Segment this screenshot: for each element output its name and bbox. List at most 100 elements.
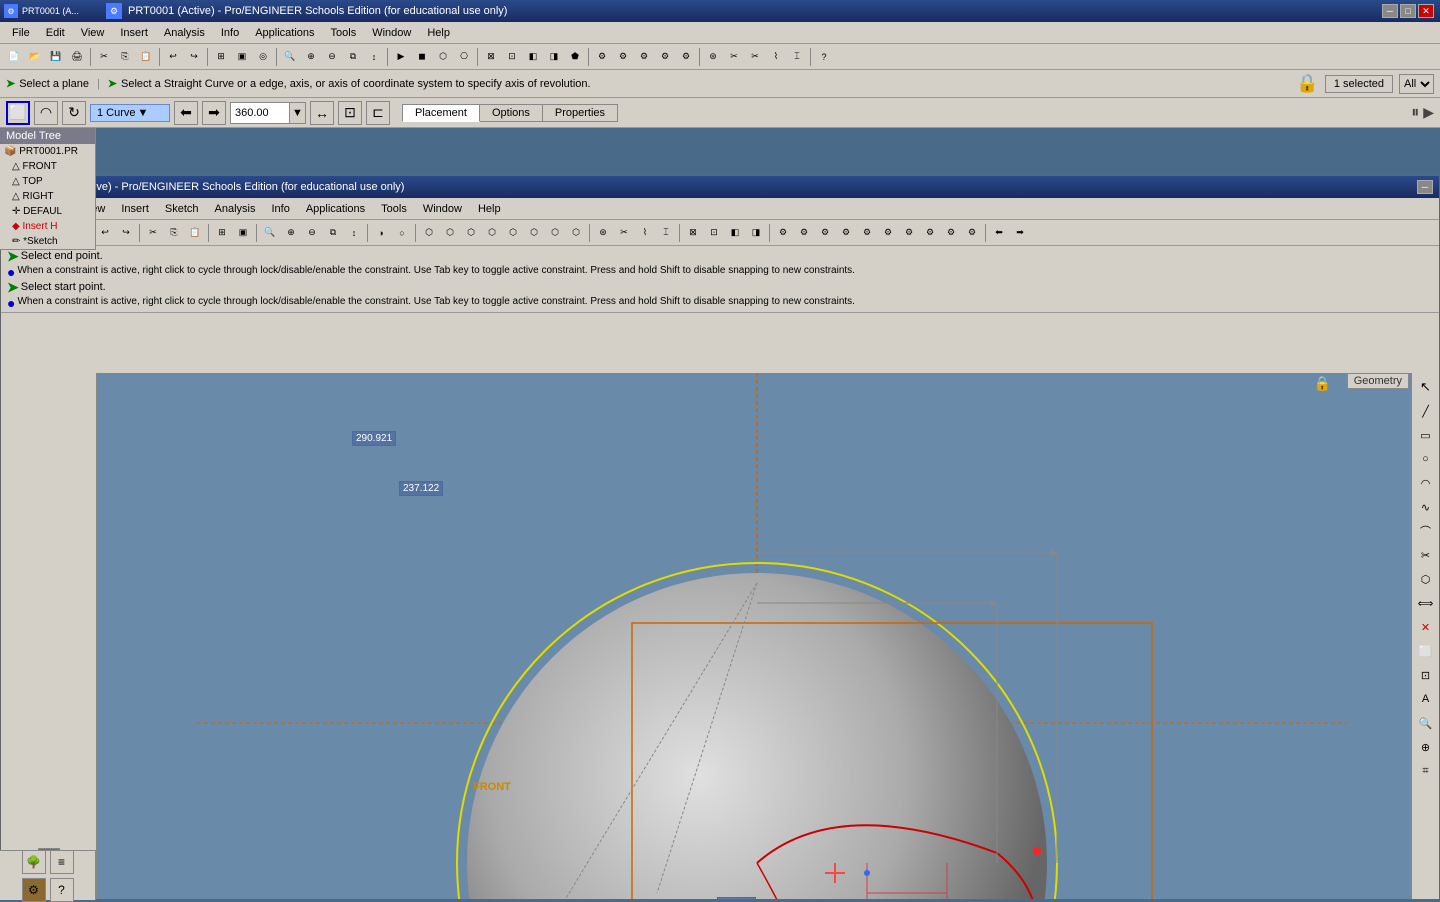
tb12[interactable]: ◼ xyxy=(412,47,432,67)
arc-shape-button[interactable]: ◠ xyxy=(34,101,58,125)
menu-window[interactable]: Window xyxy=(364,25,419,41)
inner-tb36[interactable]: ⚙ xyxy=(794,223,814,243)
maximize-button[interactable]: □ xyxy=(1400,4,1416,18)
tb21[interactable]: ⚙ xyxy=(613,47,633,67)
curve-count-field[interactable]: 1 Curve ▼ xyxy=(90,104,170,122)
help-icon-btn[interactable]: ? xyxy=(50,878,74,902)
rt-arc-button[interactable]: ◠ xyxy=(1415,472,1437,494)
inner-tb33[interactable]: ◧ xyxy=(725,223,745,243)
tb8[interactable]: ⊖ xyxy=(322,47,342,67)
tb6[interactable]: 🔍 xyxy=(280,47,300,67)
inner-tb19[interactable]: ⬡ xyxy=(419,223,439,243)
rt-rect-button[interactable]: ▭ xyxy=(1415,424,1437,446)
paste-button[interactable]: 📋 xyxy=(136,47,156,67)
tb5[interactable]: ◎ xyxy=(253,47,273,67)
tb16[interactable]: ⊡ xyxy=(502,47,522,67)
inner-viewport[interactable]: 290.921 237.122 FRONT 60.985 97.979 44.6… xyxy=(97,373,1411,899)
thin-feature-button[interactable]: ⊏ xyxy=(366,101,390,125)
options-toggle-button[interactable]: ⊡ xyxy=(338,101,362,125)
tb22[interactable]: ⚙ xyxy=(634,47,654,67)
minimize-button[interactable]: ─ xyxy=(1382,4,1398,18)
tb11[interactable]: ▶ xyxy=(391,47,411,67)
tab-options[interactable]: Options xyxy=(480,104,543,122)
tree-item-top[interactable]: △ TOP xyxy=(0,174,95,189)
tb14[interactable]: ⎔ xyxy=(454,47,474,67)
inner-tb7[interactable]: ✂ xyxy=(143,223,163,243)
tb28[interactable]: ⌇ xyxy=(766,47,786,67)
inner-tb28[interactable]: ✂ xyxy=(614,223,634,243)
inner-tb12[interactable]: 🔍 xyxy=(260,223,280,243)
menu-analysis[interactable]: Analysis xyxy=(156,25,213,41)
inner-tb42[interactable]: ⚙ xyxy=(920,223,940,243)
inner-tb17[interactable]: ◑ xyxy=(371,223,391,243)
menu-info-outer[interactable]: Info xyxy=(213,25,247,41)
feature-icon-btn[interactable]: ⚙ xyxy=(22,878,46,902)
menu-help[interactable]: Help xyxy=(419,25,458,41)
taskbar-tab[interactable]: ⚙ PRT0001 (A... xyxy=(0,0,100,22)
filter-combo[interactable]: All xyxy=(1399,74,1434,94)
angle-input[interactable] xyxy=(230,102,290,124)
rt-mirror-button[interactable]: ⟺ xyxy=(1415,592,1437,614)
inner-tb45[interactable]: ⬅ xyxy=(989,223,1009,243)
print-button[interactable]: 🖨 xyxy=(67,47,87,67)
rt-text-button[interactable]: A xyxy=(1415,688,1437,710)
new-button[interactable]: 📄 xyxy=(4,47,24,67)
inner-tb21[interactable]: ⬡ xyxy=(461,223,481,243)
inner-minimize-button[interactable]: ─ xyxy=(1417,180,1433,194)
arrow-right-button[interactable]: ➡ xyxy=(202,101,226,125)
undo-button[interactable]: ↩ xyxy=(163,47,183,67)
tb30[interactable]: ? xyxy=(814,47,834,67)
tab-properties[interactable]: Properties xyxy=(543,104,618,122)
menu-applications-outer[interactable]: Applications xyxy=(247,25,322,41)
tb15[interactable]: ⊠ xyxy=(481,47,501,67)
inner-tb29[interactable]: ⌇ xyxy=(635,223,655,243)
tb23[interactable]: ⚙ xyxy=(655,47,675,67)
inner-tb14[interactable]: ⊖ xyxy=(302,223,322,243)
inner-tb30[interactable]: ⌶ xyxy=(656,223,676,243)
rt-spline-button[interactable]: ∿ xyxy=(1415,496,1437,518)
rt-extra-button[interactable]: ⌗ xyxy=(1415,760,1437,782)
inner-tb5[interactable]: ↩ xyxy=(95,223,115,243)
inner-tb40[interactable]: ⚙ xyxy=(878,223,898,243)
inner-tb18[interactable]: ○ xyxy=(392,223,412,243)
inner-tb6[interactable]: ↪ xyxy=(116,223,136,243)
inner-tb39[interactable]: ⚙ xyxy=(857,223,877,243)
layer-icon-btn[interactable]: ≡ xyxy=(50,850,74,874)
inner-tb23[interactable]: ⬡ xyxy=(503,223,523,243)
tb3[interactable]: ⊞ xyxy=(211,47,231,67)
tree-item-right[interactable]: △ RIGHT xyxy=(0,189,95,204)
tb20[interactable]: ⚙ xyxy=(592,47,612,67)
inner-tb34[interactable]: ◨ xyxy=(746,223,766,243)
rt-fillet-button[interactable]: ⌒ xyxy=(1415,520,1437,542)
inner-menu-window[interactable]: Window xyxy=(415,201,470,217)
save-button[interactable]: 💾 xyxy=(46,47,66,67)
inner-tb44[interactable]: ⚙ xyxy=(962,223,982,243)
rt-dimension-button[interactable]: ⬜ xyxy=(1415,640,1437,662)
inner-tb31[interactable]: ⊠ xyxy=(683,223,703,243)
inner-tb20[interactable]: ⬡ xyxy=(440,223,460,243)
revolve-shape-button[interactable]: ↻ xyxy=(62,101,86,125)
inner-menu-sketch[interactable]: Sketch xyxy=(157,201,207,217)
inner-tb11[interactable]: ▣ xyxy=(233,223,253,243)
tb25[interactable]: ⊛ xyxy=(703,47,723,67)
rt-circle-button[interactable]: ○ xyxy=(1415,448,1437,470)
tb19[interactable]: ⬟ xyxy=(565,47,585,67)
tree-item-default[interactable]: ✛ DEFAUL xyxy=(0,204,95,219)
inner-tb10[interactable]: ⊞ xyxy=(212,223,232,243)
arrow-left-button[interactable]: ⬅ xyxy=(174,101,198,125)
inner-tb43[interactable]: ⚙ xyxy=(941,223,961,243)
rt-line-button[interactable]: ╱ xyxy=(1415,400,1437,422)
inner-tb24[interactable]: ⬡ xyxy=(524,223,544,243)
copy-button[interactable]: ⎘ xyxy=(115,47,135,67)
tree-item-sketch[interactable]: ✏ *Sketch xyxy=(0,234,95,249)
inner-tb22[interactable]: ⬡ xyxy=(482,223,502,243)
inner-tb9[interactable]: 📋 xyxy=(185,223,205,243)
inner-menu-applications[interactable]: Applications xyxy=(298,201,373,217)
accept-button[interactable]: ▶ xyxy=(1423,104,1434,121)
redo-button[interactable]: ↪ xyxy=(184,47,204,67)
tb4[interactable]: ▣ xyxy=(232,47,252,67)
tb9[interactable]: ⧉ xyxy=(343,47,363,67)
tb13[interactable]: ⬡ xyxy=(433,47,453,67)
rt-search-button[interactable]: 🔍 xyxy=(1415,712,1437,734)
inner-tb8[interactable]: ⎘ xyxy=(164,223,184,243)
